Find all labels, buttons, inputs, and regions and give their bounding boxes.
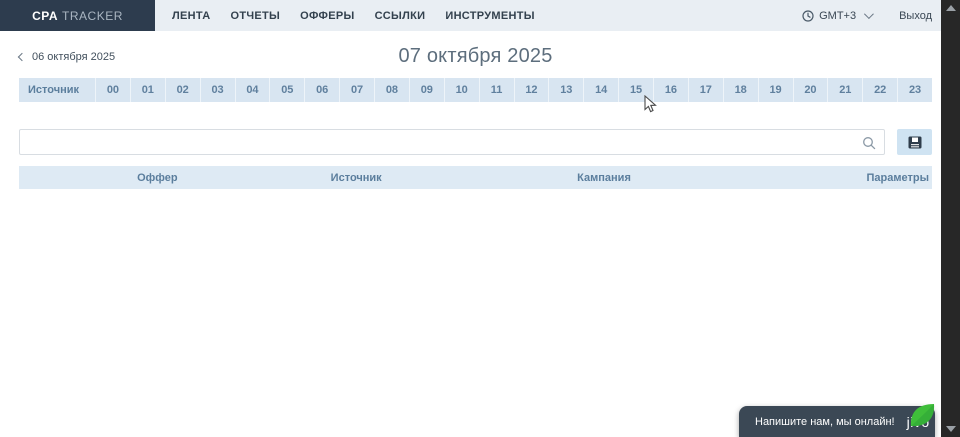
table-header-campaign: Кампания <box>573 166 822 189</box>
topbar: CPA TRACKER ЛЕНТА ОТЧЕТЫ ОФФЕРЫ ССЫЛКИ И… <box>0 0 960 31</box>
topbar-right: GMT+3 Выход <box>802 0 960 31</box>
hour-cell-00: 00 <box>95 78 130 102</box>
brand-logo-primary: CPA <box>32 9 58 23</box>
hour-cell-21: 21 <box>827 78 862 102</box>
hour-cell-15: 15 <box>618 78 653 102</box>
hour-cell-09: 09 <box>409 78 444 102</box>
table-header-empty <box>19 166 133 189</box>
hour-cell-04: 04 <box>235 78 270 102</box>
chat-message: Напишите нам, мы онлайн! <box>755 416 895 428</box>
menu-item-otchety[interactable]: ОТЧЕТЫ <box>230 10 280 22</box>
hour-cell-12: 12 <box>514 78 549 102</box>
hour-cell-13: 13 <box>548 78 583 102</box>
chat-widget[interactable]: Напишите нам, мы онлайн! jivo <box>739 406 935 437</box>
menu-item-lenta[interactable]: ЛЕНТА <box>172 10 210 22</box>
hour-cell-02: 02 <box>165 78 200 102</box>
page-title: 07 октября 2025 <box>19 45 932 68</box>
scroll-down-arrow-icon[interactable] <box>946 426 956 432</box>
logout-link[interactable]: Выход <box>899 10 932 22</box>
hour-cell-20: 20 <box>793 78 828 102</box>
hours-header-bar: Источник 00 01 02 03 04 05 06 07 08 09 1… <box>19 78 932 102</box>
clock-icon <box>802 10 814 22</box>
hour-cell-19: 19 <box>758 78 793 102</box>
hour-cell-05: 05 <box>269 78 304 102</box>
export-button[interactable] <box>897 129 932 155</box>
hours-source-label: Источник <box>19 78 95 102</box>
hour-cell-23: 23 <box>897 78 932 102</box>
hour-cell-11: 11 <box>479 78 514 102</box>
search-box <box>19 129 885 155</box>
hour-cell-18: 18 <box>723 78 758 102</box>
save-icon <box>908 136 922 149</box>
hour-cell-08: 08 <box>374 78 409 102</box>
chevron-down-icon <box>864 9 874 19</box>
scroll-up-arrow-icon[interactable] <box>946 5 956 11</box>
timezone-selector[interactable]: GMT+3 <box>802 10 871 22</box>
main-menu: ЛЕНТА ОТЧЕТЫ ОФФЕРЫ ССЫЛКИ ИНСТРУМЕНТЫ <box>155 0 555 31</box>
report-table: Оффер Источник Кампания Параметры <box>19 166 932 189</box>
hour-cell-10: 10 <box>444 78 479 102</box>
hour-cell-17: 17 <box>688 78 723 102</box>
search-input[interactable] <box>20 130 884 154</box>
menu-item-offery[interactable]: ОФФЕРЫ <box>300 10 354 22</box>
search-icon[interactable] <box>862 136 876 150</box>
hour-cell-14: 14 <box>583 78 618 102</box>
hour-cell-22: 22 <box>862 78 897 102</box>
menu-item-ssylki[interactable]: ССЫЛКИ <box>375 10 426 22</box>
hour-cell-07: 07 <box>339 78 374 102</box>
content-area: 06 октября 2025 07 октября 2025 Источник… <box>0 31 941 437</box>
menu-item-instrumenty[interactable]: ИНСТРУМЕНТЫ <box>445 10 535 22</box>
hour-cell-03: 03 <box>200 78 235 102</box>
vertical-scrollbar[interactable] <box>941 0 960 437</box>
table-header-row: Оффер Источник Кампания Параметры <box>19 166 932 189</box>
jivo-leaf-icon <box>908 402 938 429</box>
table-header-source: Источник <box>327 166 574 189</box>
brand-logo[interactable]: CPA TRACKER <box>0 0 155 31</box>
brand-logo-secondary: TRACKER <box>62 9 123 23</box>
table-header-offer: Оффер <box>133 166 327 189</box>
table-header-params: Параметры <box>822 166 932 189</box>
search-row <box>19 129 932 155</box>
date-navigation: 06 октября 2025 07 октября 2025 <box>19 45 932 73</box>
timezone-label: GMT+3 <box>819 10 856 22</box>
hour-cell-06: 06 <box>304 78 339 102</box>
hour-cell-01: 01 <box>130 78 165 102</box>
hour-cell-16: 16 <box>653 78 688 102</box>
